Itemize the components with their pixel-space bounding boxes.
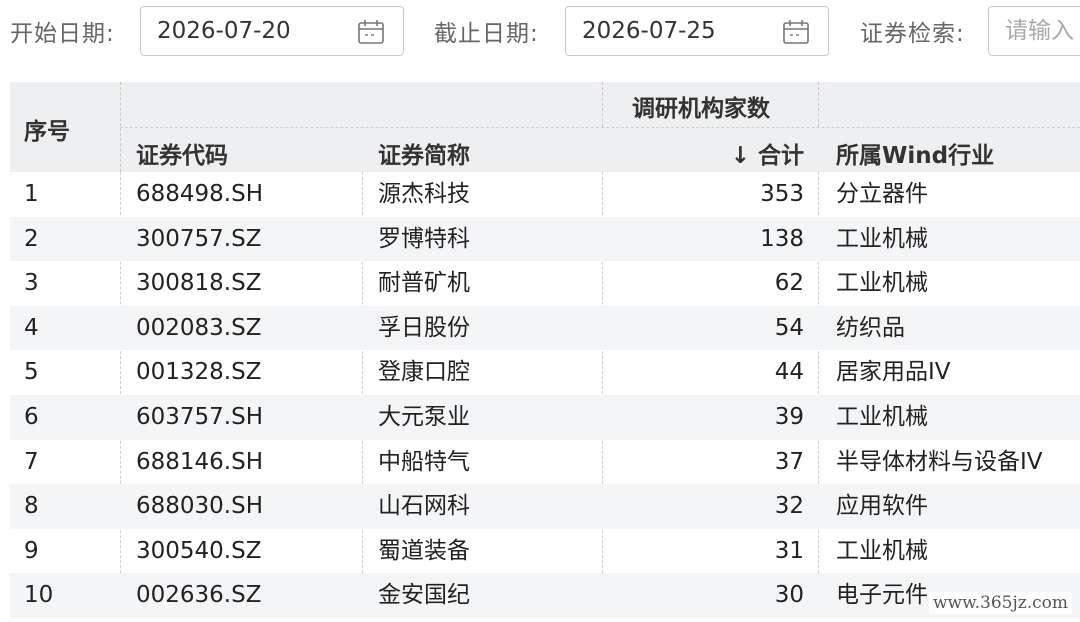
end-date-label: 截止日期:: [434, 21, 539, 47]
cell-name: 金安国纪: [378, 582, 470, 609]
table-header: 序号 调研机构家数 证券代码 证券简称 ↓ 合计 所属Wind行业: [10, 82, 1080, 172]
table-body: 1 688498.SH 源杰科技 353 分立器件 2 300757.SZ 罗博特科 138 工业…: [10, 172, 1080, 618]
cell-industry: 半导体材料与设备IV: [836, 448, 1043, 475]
cell-index: 1: [24, 181, 39, 207]
cell-code: 688498.SH: [136, 181, 264, 207]
search-box[interactable]: [988, 6, 1080, 56]
cell-total: 39: [774, 403, 804, 430]
header-total-sort[interactable]: ↓ 合计: [731, 136, 804, 170]
table-row[interactable]: 4 002083.SZ 孚日股份 54 纺织品: [10, 305, 1080, 351]
cell-name: 源杰科技: [378, 181, 470, 207]
cell-total: 31: [774, 537, 804, 564]
cell-name: 蜀道装备: [378, 537, 470, 564]
cell-name: 孚日股份: [378, 314, 470, 341]
header-divider: [120, 127, 1080, 128]
cell-name: 罗博特科: [378, 225, 470, 252]
table-row[interactable]: 10 002636.SZ 金安国纪 30 电子元件: [10, 573, 1080, 618]
table-row[interactable]: 6 603757.SH 大元泵业 39 工业机械: [10, 394, 1080, 440]
cell-industry: 工业机械: [836, 225, 928, 252]
table-row[interactable]: 1 688498.SH 源杰科技 353 分立器件: [10, 172, 1080, 217]
cell-total: 54: [774, 314, 804, 341]
end-date-value: 2026-07-25: [582, 18, 716, 44]
watermark: www.365jz.com: [929, 592, 1072, 614]
cell-total: 32: [774, 493, 804, 520]
cell-total: 353: [760, 181, 804, 207]
table-row[interactable]: 3 300818.SZ 耐普矿机 62 工业机械: [10, 261, 1080, 306]
start-date-label: 开始日期:: [10, 21, 115, 47]
cell-code: 002083.SZ: [136, 314, 262, 341]
table-row[interactable]: 9 300540.SZ 蜀道装备 31 工业机械: [10, 529, 1080, 574]
cell-code: 001328.SZ: [136, 359, 262, 386]
cell-name: 登康口腔: [378, 359, 470, 386]
cell-total: 44: [774, 359, 804, 386]
cell-name: 大元泵业: [378, 403, 470, 430]
start-date-value: 2026-07-20: [157, 18, 291, 44]
cell-index: 2: [24, 225, 39, 252]
cell-index: 10: [24, 582, 54, 609]
cell-name: 山石网科: [378, 493, 470, 520]
cell-total: 138: [760, 225, 804, 252]
cell-total: 37: [774, 448, 804, 475]
cell-name: 耐普矿机: [378, 270, 470, 297]
cell-index: 5: [24, 359, 39, 386]
header-divider: [602, 82, 603, 127]
cell-index: 7: [24, 448, 39, 475]
cell-industry: 纺织品: [836, 314, 905, 341]
cell-index: 4: [24, 314, 39, 341]
cell-total: 30: [774, 582, 804, 609]
cell-code: 002636.SZ: [136, 582, 262, 609]
cell-total: 62: [774, 270, 804, 297]
cell-code: 603757.SH: [136, 403, 264, 430]
header-code[interactable]: 证券代码: [136, 136, 228, 170]
table-row[interactable]: 2 300757.SZ 罗博特科 138 工业机械: [10, 216, 1080, 262]
calendar-icon[interactable]: [357, 18, 385, 46]
cell-industry: 工业机械: [836, 403, 928, 430]
cell-index: 6: [24, 403, 39, 430]
header-name[interactable]: 证券简称: [378, 136, 470, 170]
calendar-icon[interactable]: [782, 18, 810, 46]
cell-index: 9: [24, 537, 39, 564]
search-input[interactable]: [1005, 7, 1080, 55]
cell-code: 300540.SZ: [136, 537, 262, 564]
header-index[interactable]: 序号: [24, 112, 70, 146]
cell-code: 300757.SZ: [136, 225, 262, 252]
cell-industry: 工业机械: [836, 270, 928, 297]
start-date-picker[interactable]: 2026-07-20: [140, 6, 404, 56]
end-date-picker[interactable]: 2026-07-25: [565, 6, 829, 56]
header-group-institutions: 调研机构家数: [632, 96, 770, 122]
survey-table: 序号 调研机构家数 证券代码 证券简称 ↓ 合计 所属Wind行业 1 68849…: [10, 82, 1080, 618]
search-label: 证券检索:: [860, 21, 965, 47]
cell-code: 688146.SH: [136, 448, 264, 475]
table-row[interactable]: 8 688030.SH 山石网科 32 应用软件: [10, 484, 1080, 529]
cell-industry: 工业机械: [836, 537, 928, 564]
table-row[interactable]: 5 001328.SZ 登康口腔 44 居家用品IV: [10, 350, 1080, 395]
cell-name: 中船特气: [378, 448, 470, 475]
cell-industry: 居家用品IV: [836, 359, 951, 386]
cell-industry: 电子元件: [836, 582, 928, 609]
cell-index: 3: [24, 270, 39, 297]
cell-code: 688030.SH: [136, 493, 264, 520]
table-row[interactable]: 7 688146.SH 中船特气 37 半导体材料与设备IV: [10, 440, 1080, 485]
cell-index: 8: [24, 493, 39, 520]
cell-code: 300818.SZ: [136, 270, 262, 297]
header-divider: [818, 82, 819, 127]
filter-bar: 开始日期: 2026-07-20 截止日期: 2026-07-25 证券检索:: [0, 0, 1080, 62]
cell-industry: 应用软件: [836, 493, 928, 520]
header-industry[interactable]: 所属Wind行业: [836, 136, 994, 170]
cell-industry: 分立器件: [836, 181, 928, 207]
